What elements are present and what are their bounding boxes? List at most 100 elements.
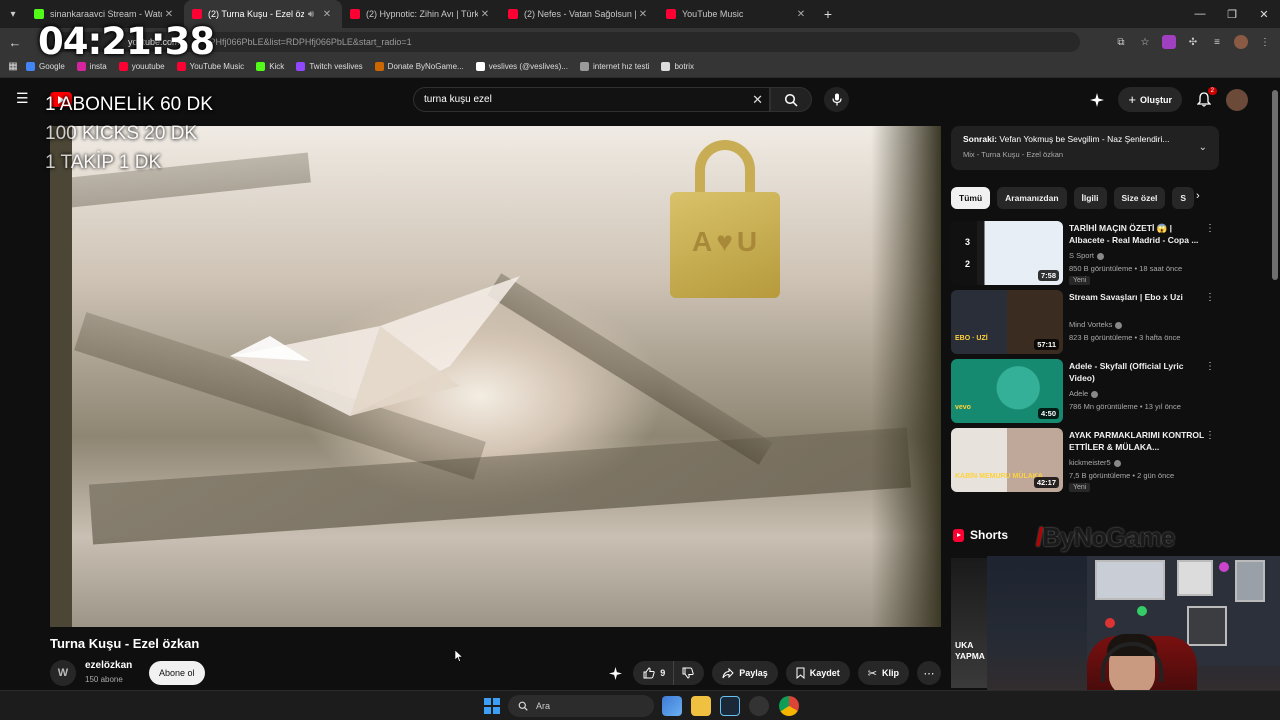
channel-avatar[interactable]: W bbox=[50, 660, 76, 686]
app-icon[interactable] bbox=[749, 696, 769, 716]
media-queue-icon[interactable]: ≡ bbox=[1210, 35, 1224, 49]
video-thumbnail[interactable]: 3 2 7:58 bbox=[951, 221, 1063, 285]
bookmark-item[interactable]: Donate ByNoGame... bbox=[374, 62, 464, 71]
video-thumbnail[interactable]: EBO · UZİ 57:11 bbox=[951, 290, 1063, 354]
recommendation-item[interactable]: 3 2 7:58 TARİHİ MAÇIN ÖZETİ 😱 | Albacete - … bbox=[951, 221, 1221, 285]
video-thumbnail[interactable]: vevo 4:50 bbox=[951, 359, 1063, 423]
search-input[interactable]: turna kuşu ezel bbox=[424, 94, 492, 105]
extension-icon[interactable] bbox=[1162, 35, 1176, 49]
close-tab-icon[interactable]: ✕ bbox=[794, 9, 808, 20]
recommendation-title[interactable]: Adele - Skyfall (Official Lyric Video) bbox=[1069, 360, 1207, 384]
clear-search-icon[interactable]: ✕ bbox=[752, 92, 763, 108]
chrome-icon[interactable] bbox=[779, 696, 799, 716]
dislike-button[interactable] bbox=[674, 661, 704, 685]
minimize-icon[interactable]: — bbox=[1184, 0, 1216, 28]
wall-frame bbox=[1095, 560, 1165, 600]
share-button[interactable]: Paylaş bbox=[712, 661, 778, 685]
filter-chip[interactable]: S bbox=[1172, 187, 1195, 209]
back-arrow-icon[interactable]: ← bbox=[0, 35, 30, 50]
bookmark-item[interactable]: Google bbox=[26, 62, 65, 71]
clip-button[interactable]: ✂ Klip bbox=[857, 661, 909, 685]
filter-chip[interactable]: İlgili bbox=[1073, 187, 1107, 209]
filter-chip[interactable]: Aramanızdan bbox=[997, 187, 1067, 209]
bookmark-item[interactable]: insta bbox=[76, 62, 107, 71]
more-options-icon[interactable]: ⋮ bbox=[1205, 430, 1215, 441]
browser-menu-icon[interactable]: ⋮ bbox=[1258, 35, 1272, 49]
channel-label: Adele bbox=[1069, 389, 1089, 398]
steam-icon[interactable] bbox=[720, 696, 740, 716]
bookmark-item[interactable]: internet hız testi bbox=[579, 62, 649, 71]
up-next-subtitle: Mix - Turna Kuşu - Ezel özkan bbox=[963, 150, 1064, 159]
padlock-text: A♥U bbox=[692, 226, 762, 257]
filter-chip[interactable]: Tümü bbox=[951, 187, 991, 209]
recommendation-channel[interactable]: Adele bbox=[1069, 389, 1099, 398]
sparkle-icon[interactable] bbox=[1088, 91, 1106, 109]
speaker-icon[interactable]: 🔊︎ bbox=[304, 9, 318, 20]
video-thumbnail[interactable]: KABİN MEMURU MÜLAKA 42:17 bbox=[951, 428, 1063, 492]
taskbar-search-placeholder: Ara bbox=[536, 701, 551, 711]
bookmark-item[interactable]: YouTube Music bbox=[176, 62, 244, 71]
taskbar-search[interactable]: Ara bbox=[508, 695, 654, 717]
more-actions-button[interactable]: ⋯ bbox=[917, 661, 941, 685]
up-next-panel[interactable]: Sonraki: Vefan Yokmuş be Sevgilim - Naz … bbox=[951, 126, 1219, 170]
video-actions: 9 Paylaş Kaydet ✂ Klip ⋯ bbox=[605, 661, 941, 685]
close-tab-icon[interactable]: ✕ bbox=[478, 9, 492, 20]
subscribe-button[interactable]: Abone ol bbox=[149, 661, 205, 685]
chevron-down-icon[interactable]: ⌄ bbox=[1199, 142, 1207, 153]
save-button[interactable]: Kaydet bbox=[785, 661, 850, 685]
browser-tab[interactable]: (2) Nefes - Vatan Sağolsun | Mo✕ bbox=[500, 0, 658, 28]
bookmark-star-icon[interactable]: ☆ bbox=[1138, 35, 1152, 49]
notifications-button[interactable]: 2 bbox=[1194, 86, 1217, 110]
like-button[interactable]: 9 bbox=[633, 661, 675, 685]
close-tab-icon[interactable]: ✕ bbox=[320, 9, 334, 20]
filter-chip[interactable]: Size özel bbox=[1113, 187, 1166, 209]
voice-search-button[interactable] bbox=[824, 87, 849, 112]
recommendation-item[interactable]: EBO · UZİ 57:11 Stream Savaşları | Ebo x U… bbox=[951, 290, 1221, 354]
channel-name[interactable]: ezelözkan bbox=[85, 660, 132, 671]
recommendation-title[interactable]: TARİHİ MAÇIN ÖZETİ 😱 | Albacete - Real M… bbox=[1069, 222, 1207, 246]
recommendation-title[interactable]: AYAK PARMAKLARIMI KONTROL ETTİLER & MÜLA… bbox=[1069, 429, 1207, 453]
apps-grid-icon[interactable]: ▦ bbox=[0, 61, 26, 72]
ask-ai-icon[interactable] bbox=[605, 663, 625, 683]
recommendation-item[interactable]: vevo 4:50 Adele - Skyfall (Official Lyric … bbox=[951, 359, 1221, 423]
recommendation-item[interactable]: KABİN MEMURU MÜLAKA 42:17 AYAK PARMAKLARIM… bbox=[951, 428, 1221, 492]
more-options-icon[interactable]: ⋮ bbox=[1205, 361, 1215, 372]
close-window-icon[interactable]: ✕ bbox=[1248, 0, 1280, 28]
bookmark-item[interactable]: Kick bbox=[256, 62, 284, 71]
verified-icon bbox=[1091, 390, 1099, 398]
video-player[interactable]: A♥U bbox=[50, 126, 941, 627]
recommendation-channel[interactable]: Mind Vorteks bbox=[1069, 320, 1123, 329]
recommendation-channel[interactable]: kickmeister5 bbox=[1069, 458, 1121, 467]
browser-tab[interactable]: (2) Hypnotic: Zihin Avı | Türkçe ✕ bbox=[342, 0, 500, 28]
bookmark-item[interactable]: youutube bbox=[118, 62, 165, 71]
scrollbar-thumb[interactable] bbox=[1272, 90, 1278, 280]
short-card[interactable]: UKA YAPMA bbox=[951, 558, 991, 688]
widgets-app-icon[interactable] bbox=[662, 696, 682, 716]
new-tab-button[interactable]: + bbox=[816, 6, 840, 22]
bookmark-item[interactable]: botrix bbox=[661, 62, 694, 71]
create-button[interactable]: + Oluştur bbox=[1118, 87, 1182, 112]
recommendation-title[interactable]: Stream Savaşları | Ebo x Uzi bbox=[1069, 291, 1207, 303]
tab-search-button[interactable]: ▾ bbox=[0, 0, 26, 28]
bookmark-label: botrix bbox=[674, 62, 695, 71]
file-explorer-icon[interactable] bbox=[691, 696, 711, 716]
close-tab-icon[interactable]: ✕ bbox=[636, 9, 650, 20]
restore-icon[interactable]: ❐ bbox=[1216, 0, 1248, 28]
extensions-puzzle-icon[interactable]: ✣ bbox=[1186, 35, 1200, 49]
windows-start-icon[interactable] bbox=[484, 698, 500, 714]
bookmark-item[interactable]: Twitch veslives bbox=[296, 62, 363, 71]
recommendation-channel[interactable]: S Sport bbox=[1069, 251, 1105, 260]
search-box[interactable]: turna kuşu ezel ✕ bbox=[413, 87, 770, 112]
more-options-icon[interactable]: ⋮ bbox=[1205, 292, 1215, 303]
browser-tab[interactable]: YouTube Music ✕ bbox=[658, 0, 816, 28]
chevron-right-icon[interactable]: › bbox=[1196, 190, 1200, 202]
account-avatar[interactable] bbox=[1226, 88, 1248, 111]
create-label: Oluştur bbox=[1139, 94, 1172, 105]
profile-avatar[interactable] bbox=[1234, 35, 1248, 49]
guide-menu-icon[interactable]: ☰ bbox=[16, 90, 29, 107]
bookmark-item[interactable]: veslives (@veslives)... bbox=[475, 62, 568, 71]
close-tab-icon[interactable]: ✕ bbox=[162, 9, 176, 20]
install-app-icon[interactable]: ⧉ bbox=[1114, 35, 1128, 49]
more-options-icon[interactable]: ⋮ bbox=[1205, 223, 1215, 234]
search-button[interactable] bbox=[770, 87, 812, 112]
